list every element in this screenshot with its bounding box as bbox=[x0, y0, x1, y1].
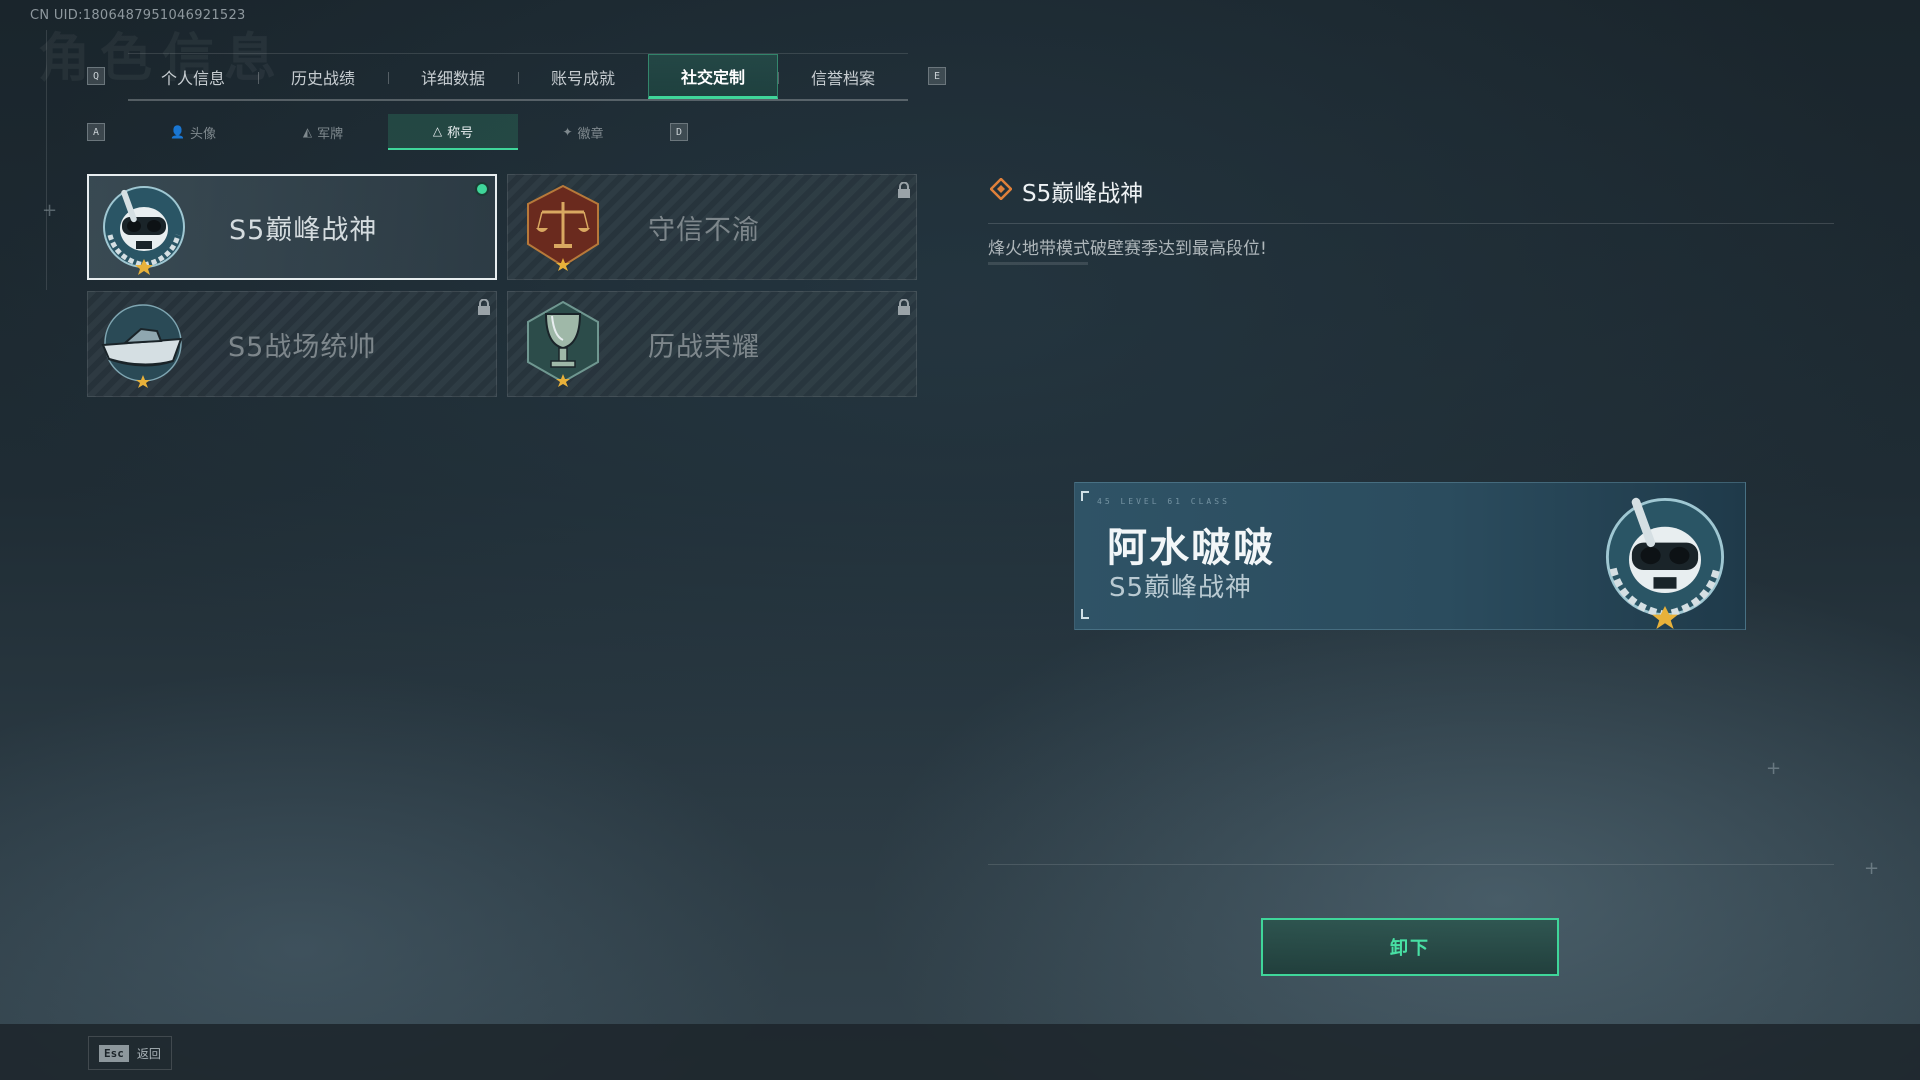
player-name: 阿水啵啵 bbox=[1107, 525, 1275, 571]
sub-tab-bar: 👤 头像 ◭ 军牌 △ 称号 ✦ 徽章 bbox=[128, 114, 648, 150]
diver-skull-emblem-icon bbox=[89, 176, 199, 278]
detail-title: S5巅峰战神 bbox=[1022, 181, 1144, 207]
subtab-label: 军牌 bbox=[317, 126, 344, 142]
lock-icon bbox=[897, 181, 911, 202]
speedboat-emblem-icon bbox=[88, 292, 198, 396]
main-tab-bar: 个人信息 历史战绩 详细数据 账号成就 社交定制 信誉档案 bbox=[128, 53, 908, 101]
crosshair-deco-icon: + bbox=[1864, 858, 1880, 879]
title-card-label: S5战场统帅 bbox=[228, 331, 377, 363]
title-card-keep-faith[interactable]: 守信不渝 bbox=[507, 174, 917, 280]
dogtag-icon: ◭ bbox=[302, 125, 313, 139]
crosshair-deco-icon: + bbox=[1766, 758, 1782, 779]
title-card-label: 守信不渝 bbox=[648, 214, 760, 246]
preview-title: S5巅峰战神 bbox=[1109, 573, 1253, 603]
trophy-emblem-icon bbox=[508, 292, 618, 396]
tab-prev-key[interactable]: Q bbox=[87, 67, 105, 85]
back-button[interactable]: Esc 返回 bbox=[88, 1036, 172, 1070]
detail-header: S5巅峰战神 bbox=[989, 174, 1144, 208]
title-card-s5-peak-warrior[interactable]: S5巅峰战神 bbox=[87, 174, 497, 280]
crosshair-deco-icon: + bbox=[42, 200, 58, 221]
detail-description: 烽火地带模式破壁赛季达到最高段位! bbox=[988, 239, 1267, 259]
title-card-battle-glory[interactable]: 历战荣耀 bbox=[507, 291, 917, 397]
tab-achievements[interactable]: 账号成就 bbox=[518, 54, 648, 99]
lock-icon bbox=[477, 298, 491, 319]
title-card-label: S5巅峰战神 bbox=[229, 214, 378, 246]
subtab-avatar[interactable]: 👤 头像 bbox=[128, 114, 258, 150]
scales-emblem-icon bbox=[508, 175, 618, 279]
corner-bracket bbox=[1081, 491, 1089, 501]
title-preview-plate: 45 LEVEL 61 CLASS 阿水啵啵 S5巅峰战神 bbox=[1074, 482, 1746, 630]
equipped-indicator-icon bbox=[475, 182, 489, 196]
unequip-button[interactable]: 卸下 bbox=[1261, 918, 1559, 976]
person-icon: 👤 bbox=[170, 125, 185, 139]
tab-match-history[interactable]: 历史战绩 bbox=[258, 54, 388, 99]
tab-detailed-stats[interactable]: 详细数据 bbox=[388, 54, 518, 99]
corner-bracket bbox=[1081, 609, 1089, 619]
tab-next-key[interactable]: E bbox=[928, 67, 946, 85]
back-label: 返回 bbox=[136, 1046, 161, 1061]
title-card-label: 历战荣耀 bbox=[648, 331, 760, 363]
title-card-s5-commander[interactable]: S5战场统帅 bbox=[87, 291, 497, 397]
subtab-label: 徽章 bbox=[577, 126, 604, 142]
subtab-title[interactable]: △ 称号 bbox=[388, 114, 518, 150]
subtab-badge[interactable]: ✦ 徽章 bbox=[518, 114, 648, 150]
frame-line bbox=[46, 30, 47, 290]
divider bbox=[988, 223, 1834, 224]
lock-icon bbox=[897, 298, 911, 319]
subtab-next-key[interactable]: D bbox=[670, 123, 688, 141]
esc-key: Esc bbox=[99, 1044, 129, 1062]
subtab-label: 头像 bbox=[189, 126, 216, 142]
description-underline bbox=[988, 262, 1088, 265]
badge-icon: ✦ bbox=[562, 125, 573, 139]
footer-bar bbox=[0, 1024, 1920, 1080]
triangle-icon: △ bbox=[432, 124, 443, 138]
subtab-prev-key[interactable]: A bbox=[87, 123, 105, 141]
subtab-dogtag[interactable]: ◭ 军牌 bbox=[258, 114, 388, 150]
tab-credit-record[interactable]: 信誉档案 bbox=[778, 54, 908, 99]
divider bbox=[988, 864, 1834, 865]
preview-codes: 45 LEVEL 61 CLASS bbox=[1097, 497, 1230, 506]
diver-skull-emblem-icon bbox=[1595, 485, 1735, 633]
tab-personal-info[interactable]: 个人信息 bbox=[128, 54, 258, 99]
tab-social-custom[interactable]: 社交定制 bbox=[648, 54, 778, 99]
diamond-icon bbox=[989, 177, 1013, 204]
subtab-label: 称号 bbox=[447, 125, 474, 141]
